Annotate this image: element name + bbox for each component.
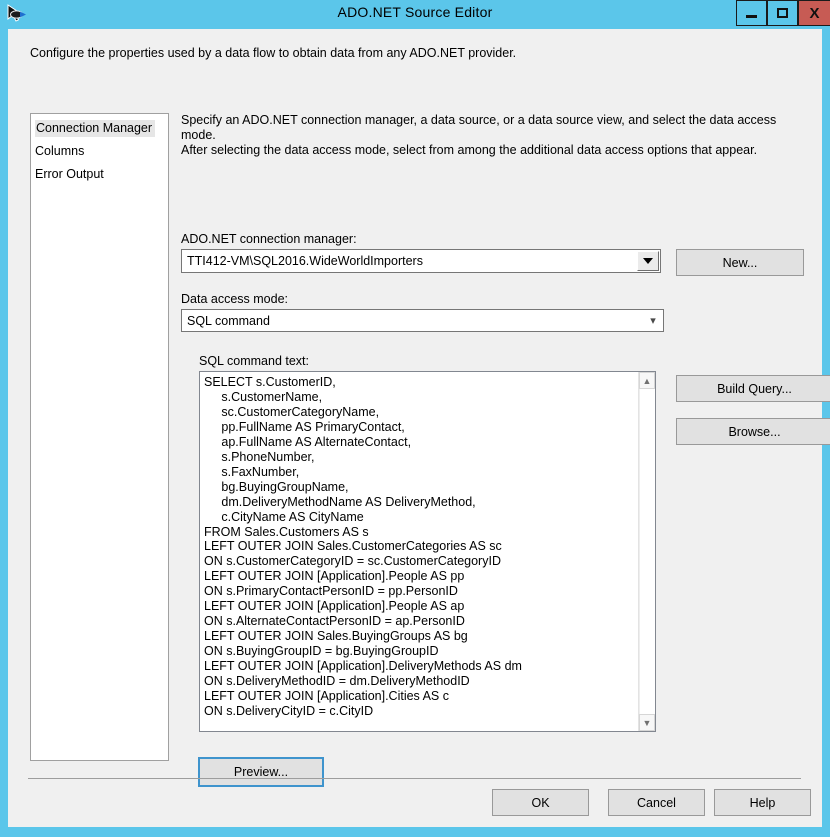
close-button[interactable]: X: [798, 0, 830, 26]
scrollbar-track[interactable]: [639, 389, 655, 714]
triangle-down-glyph: [643, 258, 653, 264]
data-access-mode-value: SQL command: [187, 313, 270, 328]
page-description-line-2: After selecting the data access mode, se…: [181, 143, 758, 157]
chevron-down-icon[interactable]: ▾: [643, 314, 663, 327]
nav-item-wrap: Connection Manager: [31, 114, 168, 137]
browse-button[interactable]: Browse...: [676, 418, 830, 445]
nav-item-wrap: Error Output: [31, 166, 168, 183]
connection-manager-combobox[interactable]: TTI412-VM\SQL2016.WideWorldImporters: [181, 249, 661, 273]
sidebar-item-columns[interactable]: Columns: [31, 143, 168, 160]
page-description: Specify an ADO.NET connection manager, a…: [181, 113, 781, 158]
dialog-body: Configure the properties used by a data …: [8, 29, 830, 827]
chevron-up-icon[interactable]: ▲: [639, 372, 655, 389]
ok-button[interactable]: OK: [492, 789, 589, 816]
sidebar-item-connection-manager[interactable]: Connection Manager: [35, 120, 156, 137]
chevron-down-icon[interactable]: ▼: [639, 714, 655, 731]
triangle-down-icon[interactable]: [637, 251, 659, 271]
data-access-mode-label: Data access mode:: [181, 292, 288, 306]
close-icon: X: [809, 4, 820, 22]
vertical-scrollbar[interactable]: ▲ ▼: [638, 372, 655, 731]
build-query-button[interactable]: Build Query...: [676, 375, 830, 402]
sql-command-textarea[interactable]: SELECT s.CustomerID, s.CustomerName, sc.…: [199, 371, 656, 732]
dialog-description: Configure the properties used by a data …: [30, 46, 517, 60]
page-navigation-panel: Connection Manager Columns Error Output: [30, 113, 169, 761]
minimize-icon: [746, 14, 757, 18]
minimize-button[interactable]: [736, 0, 767, 26]
sql-command-text[interactable]: SELECT s.CustomerID, s.CustomerName, sc.…: [200, 372, 638, 731]
connection-manager-value: TTI412-VM\SQL2016.WideWorldImporters: [187, 254, 423, 268]
preview-button[interactable]: Preview...: [198, 757, 324, 787]
sql-command-text-label: SQL command text:: [199, 354, 309, 368]
help-button[interactable]: Help: [714, 789, 811, 816]
ado-net-source-editor-window: ADO.NET Source Editor X Configure the pr…: [0, 0, 830, 837]
footer-separator: [28, 778, 801, 779]
page-description-line-1: Specify an ADO.NET connection manager, a…: [181, 113, 777, 142]
maximize-button[interactable]: [767, 0, 798, 26]
data-access-mode-combobox[interactable]: SQL command ▾: [181, 309, 664, 332]
cancel-button[interactable]: Cancel: [608, 789, 705, 816]
maximize-icon: [777, 8, 788, 18]
connection-manager-page: Specify an ADO.NET connection manager, a…: [181, 113, 830, 787]
new-connection-button[interactable]: New...: [676, 249, 804, 276]
window-title: ADO.NET Source Editor: [337, 4, 493, 20]
title-bar: ADO.NET Source Editor X: [0, 0, 830, 27]
connection-manager-label: ADO.NET connection manager:: [181, 232, 357, 246]
sidebar-item-error-output[interactable]: Error Output: [31, 166, 168, 183]
nav-item-wrap: Columns: [31, 143, 168, 160]
